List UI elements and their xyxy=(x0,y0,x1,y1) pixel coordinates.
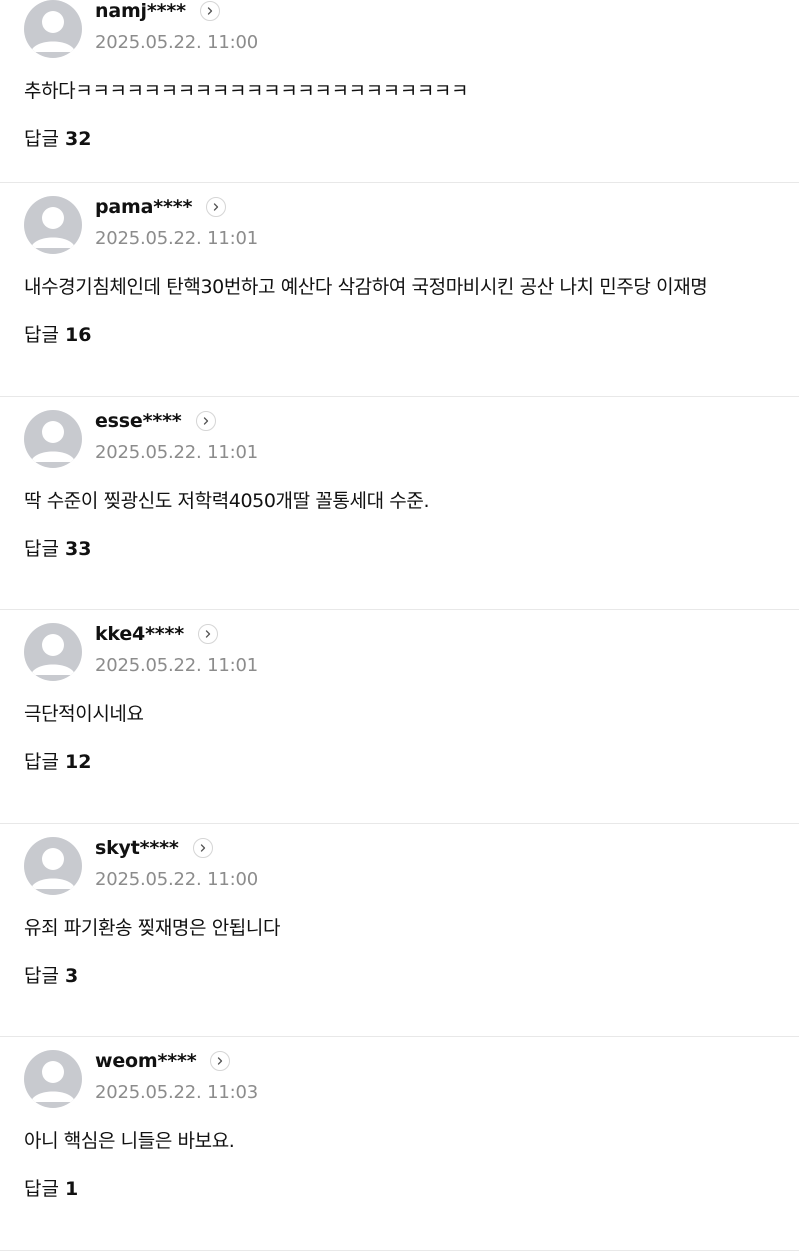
avatar-icon[interactable] xyxy=(24,623,82,681)
username-row: weom**** xyxy=(95,1047,231,1075)
comment-timestamp: 2025.05.22. 11:01 xyxy=(95,441,258,463)
reply-button[interactable]: 답글 1 xyxy=(24,1174,78,1201)
reply-count: 3 xyxy=(64,964,79,987)
reply-button[interactable]: 답글 12 xyxy=(24,747,91,774)
chevron-right-icon[interactable] xyxy=(210,1051,231,1071)
comment-username[interactable]: pama**** xyxy=(95,196,192,218)
reply-label: 답글 xyxy=(24,751,59,773)
comment-username[interactable]: kke4**** xyxy=(95,623,184,645)
username-row: skyt**** xyxy=(95,834,213,862)
avatar-icon[interactable] xyxy=(24,836,82,895)
comment-timestamp: 2025.05.22. 11:01 xyxy=(95,655,258,676)
reply-button[interactable]: 답글 33 xyxy=(24,534,91,561)
comment-text: 추하다ㅋㅋㅋㅋㅋㅋㅋㅋㅋㅋㅋㅋㅋㅋㅋㅋㅋㅋㅋㅋㅋㅋㅋ xyxy=(24,80,469,102)
comment-timestamp: 2025.05.22. 11:03 xyxy=(95,1082,258,1103)
chevron-right-icon[interactable] xyxy=(206,197,227,217)
comment-username[interactable]: namj**** xyxy=(95,0,186,22)
reply-count: 32 xyxy=(64,128,92,150)
username-row: kke4**** xyxy=(95,620,219,648)
comment-timestamp: 2025.05.22. 11:01 xyxy=(95,228,258,249)
username-row: pama**** xyxy=(95,193,227,221)
reply-label: 답글 xyxy=(24,324,59,346)
reply-button[interactable]: 답글 32 xyxy=(24,124,91,151)
chevron-right-icon[interactable] xyxy=(198,624,219,644)
comment-text: 내수경기침체인데 탄핵30번하고 예산다 삭감하여 국정마비시킨 공산 나치 민… xyxy=(24,276,708,298)
comment-item: pama**** 2025.05.22. 11:01 내수경기침체인데 탄핵30… xyxy=(0,183,799,397)
username-row: esse**** xyxy=(95,407,216,435)
comment-timestamp: 2025.05.22. 11:00 xyxy=(95,868,258,890)
comment-list: namj**** 2025.05.22. 11:00 추하다ㅋㅋㅋㅋㅋㅋㅋㅋㅋㅋ… xyxy=(0,0,799,1251)
reply-count: 12 xyxy=(64,751,92,773)
comment-item: kke4**** 2025.05.22. 11:01 극단적이시네요 답글 12 xyxy=(0,610,799,824)
avatar-icon[interactable] xyxy=(24,409,82,468)
comment-text: 극단적이시네요 xyxy=(24,703,144,725)
reply-count: 16 xyxy=(64,324,92,346)
avatar-icon[interactable] xyxy=(24,0,82,58)
avatar-icon[interactable] xyxy=(24,1050,82,1108)
comment-item: namj**** 2025.05.22. 11:00 추하다ㅋㅋㅋㅋㅋㅋㅋㅋㅋㅋ… xyxy=(0,0,799,183)
comment-text: 유죄 파기환송 찢재명은 안됩니다 xyxy=(24,916,281,939)
comment-username[interactable]: esse**** xyxy=(95,410,182,432)
reply-label: 답글 xyxy=(24,128,59,150)
reply-button[interactable]: 답글 16 xyxy=(24,320,91,347)
chevron-right-icon[interactable] xyxy=(192,837,213,858)
reply-label: 답글 xyxy=(24,964,59,987)
chevron-right-icon[interactable] xyxy=(195,410,216,431)
comment-item: esse**** 2025.05.22. 11:01 딱 수준이 찢광신도 저학… xyxy=(0,397,799,610)
comment-item: weom**** 2025.05.22. 11:03 아니 핵심은 니들은 바보… xyxy=(0,1037,799,1251)
comment-text: 아니 핵심은 니들은 바보요. xyxy=(24,1130,235,1152)
comment-timestamp: 2025.05.22. 11:00 xyxy=(95,32,258,53)
username-row: namj**** xyxy=(95,0,220,25)
chevron-right-icon[interactable] xyxy=(199,1,220,21)
reply-count: 33 xyxy=(64,537,92,560)
comment-text: 딱 수준이 찢광신도 저학력4050개딸 꼴통세대 수준. xyxy=(24,489,430,512)
reply-count: 1 xyxy=(64,1178,79,1200)
reply-label: 답글 xyxy=(24,1178,59,1200)
reply-label: 답글 xyxy=(24,537,59,560)
comment-item: skyt**** 2025.05.22. 11:00 유죄 파기환송 찢재명은 … xyxy=(0,824,799,1037)
comment-username[interactable]: skyt**** xyxy=(95,837,179,859)
avatar-icon[interactable] xyxy=(24,196,82,254)
reply-button[interactable]: 답글 3 xyxy=(24,961,78,988)
comment-username[interactable]: weom**** xyxy=(95,1050,197,1072)
